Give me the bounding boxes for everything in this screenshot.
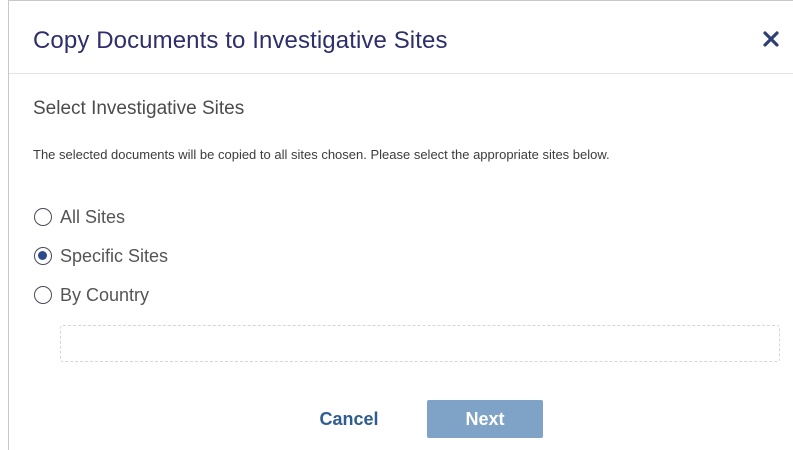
radio-specific-sites[interactable]: Specific Sites bbox=[34, 244, 168, 268]
radio-all-sites-label[interactable]: All Sites bbox=[60, 207, 125, 228]
dialog-header: Copy Documents to Investigative Sites bbox=[9, 1, 793, 74]
dialog-title: Copy Documents to Investigative Sites bbox=[33, 27, 448, 54]
copy-documents-dialog: Copy Documents to Investigative Sites Se… bbox=[8, 0, 793, 450]
radio-specific-sites-label[interactable]: Specific Sites bbox=[60, 246, 168, 267]
site-selection-box[interactable] bbox=[60, 325, 780, 362]
close-icon-glyph bbox=[763, 31, 779, 47]
radio-all-sites-indicator[interactable] bbox=[34, 208, 52, 226]
next-button[interactable]: Next bbox=[427, 400, 543, 438]
radio-by-country[interactable]: By Country bbox=[34, 283, 149, 307]
instructions-text: The selected documents will be copied to… bbox=[33, 147, 610, 162]
radio-specific-sites-indicator[interactable] bbox=[34, 247, 52, 265]
radio-by-country-label[interactable]: By Country bbox=[60, 285, 149, 306]
section-heading: Select Investigative Sites bbox=[33, 98, 245, 119]
cancel-button[interactable]: Cancel bbox=[309, 401, 389, 437]
radio-by-country-indicator[interactable] bbox=[34, 286, 52, 304]
close-icon[interactable] bbox=[761, 29, 781, 49]
radio-all-sites[interactable]: All Sites bbox=[34, 205, 125, 229]
